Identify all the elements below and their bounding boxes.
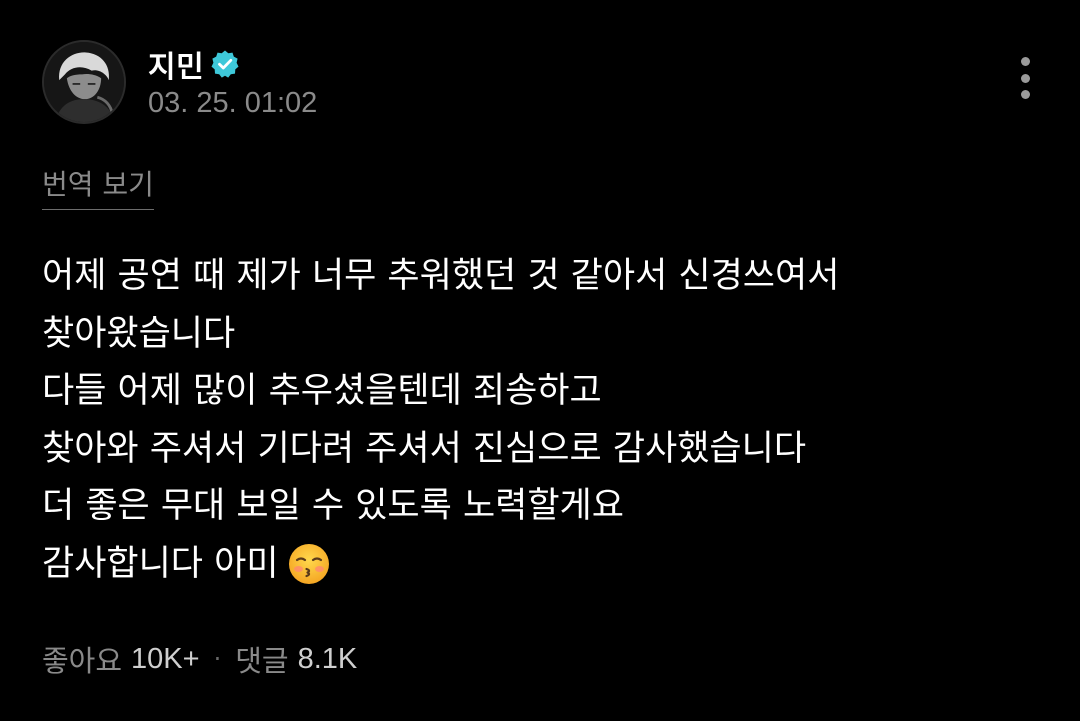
post-line: 찾아왔습니다 — [42, 313, 236, 354]
author-name[interactable]: 지민 — [148, 42, 204, 86]
post-line: 더 좋은 무대 보일 수 있도록 노력할게요 — [42, 486, 624, 526]
comments-stat[interactable]: 댓글 8.1K — [235, 638, 357, 680]
verified-badge-icon — [210, 49, 240, 79]
post-timestamp: 03. 25. 01:02 — [148, 86, 318, 119]
translate-link[interactable]: 번역 보기 — [42, 163, 154, 210]
more-dot — [1020, 90, 1030, 99]
stats-separator: · — [213, 645, 222, 673]
comments-label: 댓글 — [235, 644, 289, 678]
post-last-line: 감사합니다 아미 — [42, 536, 1042, 594]
likes-label: 좋아요 — [42, 644, 123, 678]
post-line: 어제 공연 때 제가 너무 추워했던 것 같아서 신경쓰여서 — [42, 256, 840, 296]
likes-count: 10K+ — [131, 642, 200, 675]
avatar[interactable] — [42, 40, 126, 124]
comments-count: 8.1K — [297, 642, 358, 675]
likes-stat[interactable]: 좋아요 10K+ — [42, 638, 200, 680]
post-body: 어제 공연 때 제가 너무 추워했던 것 같아서 신경쓰여서 찾아왔습니다 다들… — [42, 248, 1042, 593]
author-row: 지민 — [148, 42, 317, 86]
post-line: 다들 어제 많이 추우셨을텐데 죄송하고 — [42, 371, 602, 411]
more-dot — [1020, 73, 1030, 83]
post-line-text: 감사합니다 아미 — [42, 543, 279, 584]
more-vertical-icon[interactable] — [1008, 55, 1042, 101]
more-dot — [1020, 57, 1030, 66]
post-header: 지민 03. 25. 01:02 — [42, 40, 317, 124]
post-meta: 지민 03. 25. 01:02 — [148, 45, 317, 120]
kissing-face-emoji-icon — [287, 542, 331, 586]
post-line: 찾아와 주셔서 기다려 주셔서 진심으로 감사했습니다 — [42, 428, 807, 469]
post-stats: 좋아요 10K+ · 댓글 8.1K — [42, 638, 357, 680]
